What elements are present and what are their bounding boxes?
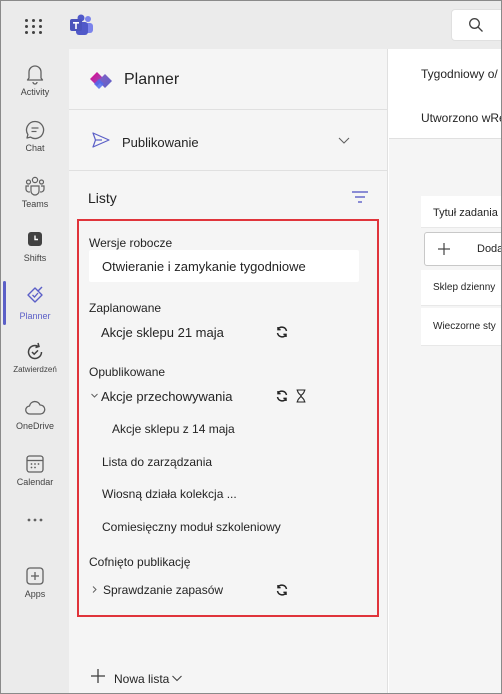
list-item-label: Lista do zarządzania <box>102 455 213 469</box>
add-task-label: Dodaj <box>477 243 501 255</box>
panel-title: Planner <box>124 71 180 88</box>
rail-item-apps[interactable]: Apps <box>1 557 69 611</box>
shifts-icon <box>28 232 42 246</box>
hourglass-icon <box>296 389 306 403</box>
filter-icon[interactable] <box>351 189 369 205</box>
plus-icon <box>438 243 450 255</box>
more-apps-button[interactable] <box>1 505 69 535</box>
rail-item-chat[interactable]: Chat <box>1 111 69 165</box>
table-row[interactable]: Sklep dzienny <box>421 270 501 306</box>
list-item-expandable[interactable]: Sprawdzanie zapasów <box>89 574 359 606</box>
rail-label-shifts: Shifts <box>23 253 47 263</box>
app-rail: Activity Chat Teams Shifts Planner Zatwi… <box>1 49 69 693</box>
rail-item-onedrive[interactable]: OneDrive <box>1 389 69 443</box>
rail-label-apps: Apps <box>24 589 46 599</box>
rail-label-chat: Chat <box>25 143 45 153</box>
list-item[interactable]: Akcje sklepu z 14 maja <box>89 413 359 445</box>
plan-details: Tygodniowy o/ Utworzono wRe <box>389 49 502 139</box>
bell-icon <box>26 65 44 85</box>
search-box[interactable] <box>451 9 501 41</box>
table-row[interactable]: Wieczorne sty <box>421 308 501 346</box>
title-bar <box>1 1 501 49</box>
sync-icon <box>276 326 288 338</box>
list-item[interactable]: Wiosną działa kolekcja ... <box>89 478 359 510</box>
sync-icon <box>276 390 288 402</box>
list-item[interactable]: Lista do zarządzania <box>89 446 359 478</box>
rail-item-activity[interactable]: Activity <box>1 55 69 109</box>
section-unpublished-label: Cofnięto publikację <box>89 555 191 569</box>
planner-panel: Planner Publikowanie Listy Wersje robocz… <box>69 49 388 693</box>
app-launcher-icon[interactable] <box>23 15 45 37</box>
publish-label: Publikowanie <box>122 135 199 150</box>
teams-logo-icon <box>70 14 93 35</box>
apps-icon <box>26 567 44 585</box>
list-item-label: Akcje przechowywania <box>101 389 233 404</box>
task-title-header: Tytuł zadania <box>433 207 498 219</box>
plus-icon <box>91 669 105 683</box>
new-list-button[interactable]: Nowa lista <box>89 667 209 691</box>
send-icon <box>92 132 110 148</box>
lists-heading: Listy <box>88 190 117 206</box>
chevron-right-icon <box>92 586 97 593</box>
list-item-label: Akcje sklepu 21 maja <box>101 325 224 340</box>
task-title: Sklep dzienny <box>433 282 496 293</box>
publish-dropdown[interactable]: Publikowanie <box>69 111 388 171</box>
rail-label-teams: Teams <box>21 199 49 209</box>
list-item-label: Otwieranie i zamykanie tygodniowe <box>102 259 306 274</box>
panel-header: Planner <box>69 49 388 110</box>
approvals-icon <box>27 342 43 360</box>
cloud-icon <box>25 400 46 415</box>
list-item[interactable]: Comiesięczny moduł szkoleniowy <box>89 511 359 543</box>
chevron-down-icon <box>338 137 350 144</box>
chevron-down-icon <box>91 393 98 398</box>
main-content: Tygodniowy o/ Utworzono wRe Tytuł zadani… <box>389 49 502 693</box>
list-item-label: Wiosną działa kolekcja ... <box>102 487 237 501</box>
table-header: Tytuł zadania <box>421 196 501 228</box>
rail-label-activity: Activity <box>20 87 50 97</box>
sync-icon <box>276 584 288 596</box>
rail-label-calendar: Calendar <box>16 477 54 487</box>
chat-icon <box>25 120 45 140</box>
list-item[interactable]: Otwieranie i zamykanie tygodniowe <box>89 250 359 282</box>
section-scheduled-label: Zaplanowane <box>89 301 162 315</box>
section-drafts-label: Wersje robocze <box>89 236 173 250</box>
search-icon <box>469 18 483 32</box>
more-icon <box>27 518 43 522</box>
rail-item-calendar[interactable]: Calendar <box>1 445 69 499</box>
list-item-expandable[interactable]: Akcje przechowywania <box>89 380 359 412</box>
section-published-label: Opublikowane <box>89 365 166 379</box>
list-item[interactable]: Akcje sklepu 21 maja <box>89 316 359 348</box>
calendar-icon <box>26 455 44 473</box>
rail-item-approvals[interactable]: Zatwierdzeń <box>1 333 69 387</box>
add-task-button[interactable]: Dodaj <box>424 232 501 266</box>
plan-created-by: Utworzono wRe <box>421 111 502 125</box>
list-item-label: Comiesięczny moduł szkoleniowy <box>102 520 281 534</box>
app-window: Activity Chat Teams Shifts Planner Zatwi… <box>0 0 502 694</box>
rail-item-shifts[interactable]: Shifts <box>1 221 69 275</box>
rail-label-onedrive: OneDrive <box>15 421 54 431</box>
rail-item-planner[interactable]: Planner <box>1 277 69 331</box>
list-item-label: Sprawdzanie zapasów <box>103 583 224 597</box>
task-title: Wieczorne sty <box>433 321 496 332</box>
new-list-label: Nowa lista <box>114 672 170 686</box>
plan-name: Tygodniowy o/ <box>421 67 498 81</box>
rail-item-teams[interactable]: Teams <box>1 167 69 221</box>
rail-label-approvals: Zatwierdzeń <box>13 365 57 374</box>
planner-logo-icon <box>90 72 112 89</box>
rail-label-planner: Planner <box>19 311 51 321</box>
chevron-down-icon <box>172 675 182 682</box>
planner-icon <box>27 286 43 303</box>
list-item-label: Akcje sklepu z 14 maja <box>112 422 235 436</box>
teams-icon <box>25 176 45 196</box>
